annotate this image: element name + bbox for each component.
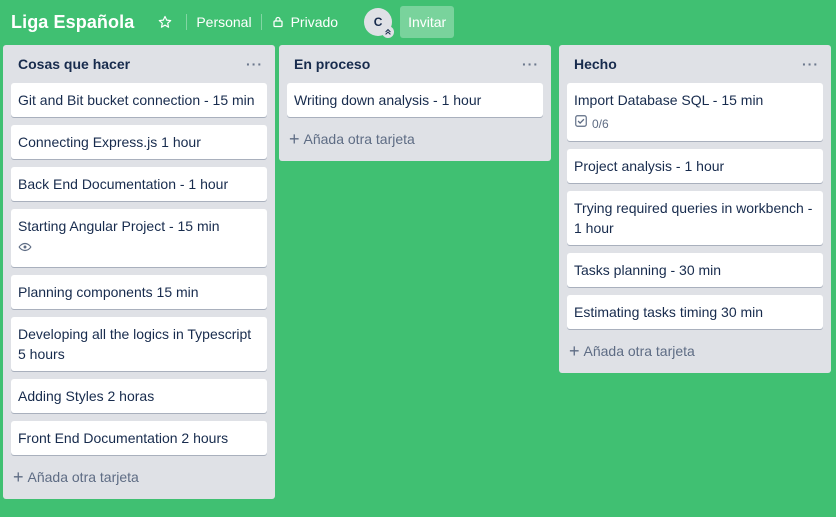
list-title[interactable]: Cosas que hacer xyxy=(18,56,130,72)
invite-button[interactable]: Invitar xyxy=(400,6,455,38)
card[interactable]: Starting Angular Project - 15 min xyxy=(11,209,267,267)
list-cosas-que-hacer: Cosas que hacer ··· Git and Bit bucket c… xyxy=(3,45,275,499)
more-icon[interactable]: ··· xyxy=(522,57,539,71)
add-card-label: Añada otra tarjeta xyxy=(583,343,695,359)
card-title: Starting Angular Project - 15 min xyxy=(18,218,220,234)
divider xyxy=(260,14,262,30)
card[interactable]: Connecting Express.js 1 hour xyxy=(11,125,267,159)
add-card-button[interactable]: + Añada otra tarjeta xyxy=(567,337,823,365)
plus-icon: + xyxy=(13,467,24,487)
card[interactable]: Developing all the logics in Typescript … xyxy=(11,317,267,371)
avatar-initial: C xyxy=(373,15,383,29)
card[interactable]: Planning components 15 min xyxy=(11,275,267,309)
board-header: Liga Española Personal Privado C Invitar xyxy=(0,0,836,44)
board-title[interactable]: Liga Española xyxy=(11,12,134,33)
card[interactable]: Trying required queries in workbench - 1… xyxy=(567,191,823,245)
privacy-button[interactable]: Privado xyxy=(272,14,338,30)
card-badges: 0/6 xyxy=(574,114,815,134)
card[interactable]: Writing down analysis - 1 hour xyxy=(287,83,543,117)
list-title[interactable]: Hecho xyxy=(574,56,617,72)
divider xyxy=(186,14,188,30)
plus-icon: + xyxy=(289,129,300,149)
add-card-label: Añada otra tarjeta xyxy=(27,469,139,485)
card-badges xyxy=(18,240,259,260)
list-en-proceso: En proceso ··· Writing down analysis - 1… xyxy=(279,45,551,161)
list-header: En proceso ··· xyxy=(287,45,543,83)
team-visibility-button[interactable]: Personal xyxy=(196,14,251,30)
add-card-button[interactable]: + Añada otra tarjeta xyxy=(287,125,543,153)
card[interactable]: Git and Bit bucket connection - 15 min xyxy=(11,83,267,117)
card[interactable]: Project analysis - 1 hour xyxy=(567,149,823,183)
card-title: Import Database SQL - 15 min xyxy=(574,92,764,108)
list-hecho: Hecho ··· Import Database SQL - 15 min 0… xyxy=(559,45,831,373)
card[interactable]: Tasks planning - 30 min xyxy=(567,253,823,287)
list-title[interactable]: En proceso xyxy=(294,56,370,72)
avatar[interactable]: C xyxy=(364,8,395,38)
eye-icon xyxy=(18,240,32,260)
more-icon[interactable]: ··· xyxy=(802,57,819,71)
lock-icon xyxy=(272,16,284,28)
card[interactable]: Import Database SQL - 15 min 0/6 xyxy=(567,83,823,141)
card[interactable]: Back End Documentation - 1 hour xyxy=(11,167,267,201)
card[interactable]: Adding Styles 2 horas xyxy=(11,379,267,413)
admin-chevron-icon xyxy=(382,26,395,38)
list-header: Hecho ··· xyxy=(567,45,823,83)
checklist-icon xyxy=(574,114,588,134)
more-icon[interactable]: ··· xyxy=(246,57,263,71)
privacy-label: Privado xyxy=(290,14,339,30)
checklist-count: 0/6 xyxy=(592,117,609,131)
list-header: Cosas que hacer ··· xyxy=(11,45,267,83)
card[interactable]: Front End Documentation 2 hours xyxy=(11,421,267,455)
star-icon[interactable] xyxy=(153,10,177,34)
plus-icon: + xyxy=(569,341,580,361)
add-card-button[interactable]: + Añada otra tarjeta xyxy=(11,463,267,491)
add-card-label: Añada otra tarjeta xyxy=(303,131,415,147)
card[interactable]: Estimating tasks timing 30 min xyxy=(567,295,823,329)
